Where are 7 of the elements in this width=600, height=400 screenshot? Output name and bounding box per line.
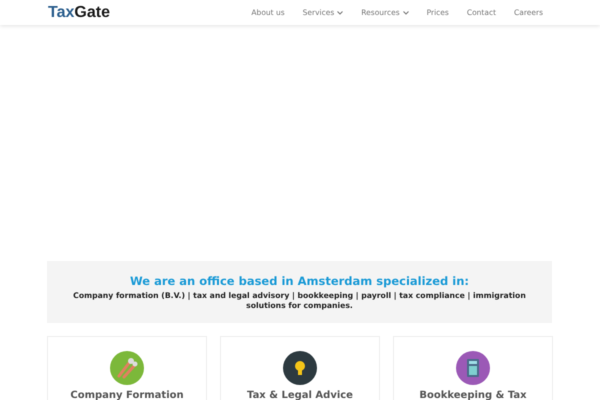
chevron-icon	[402, 10, 409, 14]
service-title: Company Formation	[70, 390, 184, 400]
intro-heading: We are an office based in Amsterdam specialized in:	[128, 274, 470, 288]
service-title: Bookkeeping & Tax	[419, 390, 527, 400]
logo[interactable]: TaxGate	[48, 4, 110, 22]
chevron-icon	[337, 10, 344, 14]
service-title: Tax & Legal Advice	[247, 390, 353, 400]
